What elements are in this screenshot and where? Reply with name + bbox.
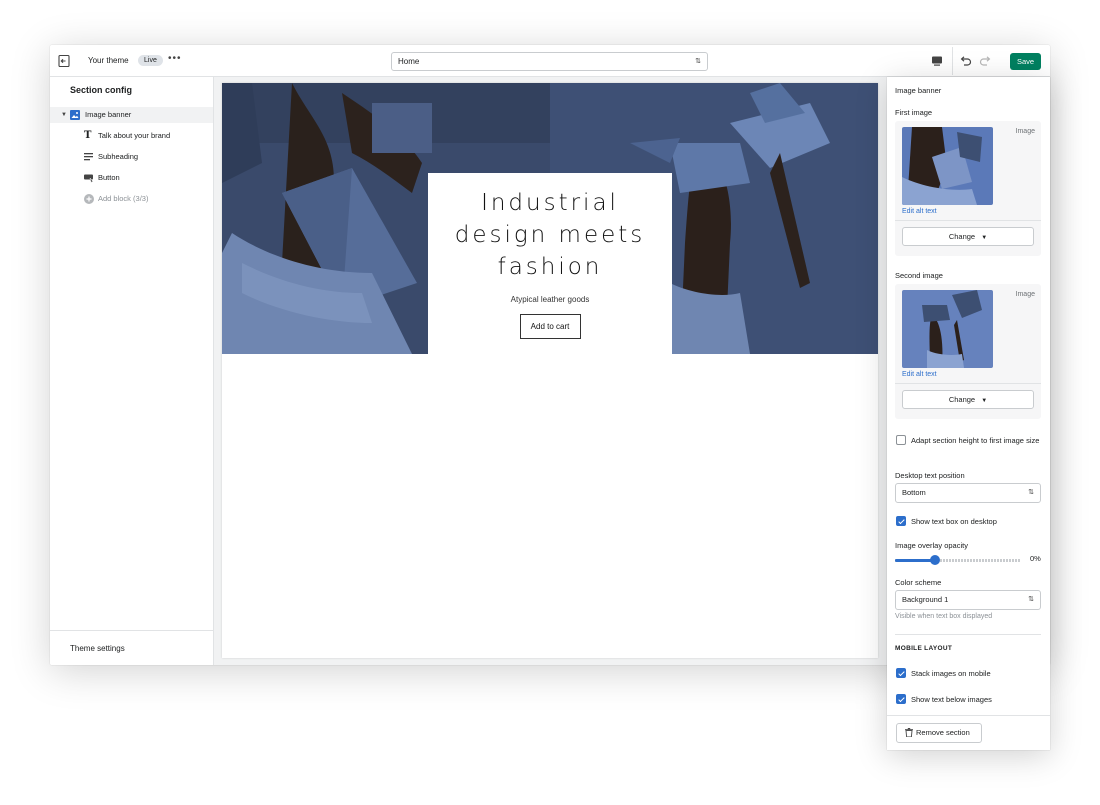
top-bar: Your theme Live ••• Home ⇅ Save	[50, 45, 1050, 77]
second-image-label: Second image	[895, 271, 943, 280]
sidebar-item-image-banner[interactable]: ▼ Image banner	[50, 107, 213, 123]
sidebar-item-label: Image banner	[85, 110, 132, 119]
select-arrows-icon: ⇅	[1028, 596, 1034, 603]
change-second-image-button[interactable]: Change ▼	[902, 390, 1034, 409]
undo-icon[interactable]	[958, 53, 973, 68]
storefront-preview: Industrial design meets fashion Atypical…	[222, 83, 878, 658]
add-to-cart-button[interactable]: Add to cart	[519, 314, 581, 339]
theme-name: Your theme	[88, 56, 129, 65]
text-position-select[interactable]: Bottom ⇅	[895, 483, 1041, 503]
panel-footer: Remove section	[887, 715, 1050, 750]
first-image-picker: Image Edit alt text Change ▼	[895, 121, 1041, 256]
desktop-preview-icon[interactable]	[930, 54, 944, 68]
text-below-images-checkbox[interactable]	[896, 694, 906, 704]
text-icon: T	[84, 130, 92, 141]
theme-settings-link[interactable]: Theme settings	[50, 630, 213, 665]
opacity-slider-fill	[895, 559, 936, 562]
second-image-thumbnail[interactable]	[902, 290, 993, 368]
button-icon	[84, 174, 94, 183]
trash-icon	[905, 728, 913, 737]
text-position-value: Bottom	[902, 488, 926, 497]
sidebar-item-add-block[interactable]: Add block (3/3)	[50, 191, 213, 207]
align-left-icon	[84, 153, 93, 161]
color-scheme-hint: Visible when text box displayed	[895, 613, 993, 620]
show-text-box-checkbox[interactable]	[896, 516, 906, 526]
stack-images-checkbox[interactable]	[896, 668, 906, 678]
toolbar-divider	[952, 47, 953, 75]
text-below-images-label: Show text below images	[911, 695, 992, 704]
sidebar-item-talk-about-brand[interactable]: T Talk about your brand	[50, 128, 213, 144]
page-selector-value: Home	[398, 57, 420, 66]
change-button-label: Change	[948, 232, 976, 241]
sidebar-item-button[interactable]: Button	[50, 170, 213, 186]
banner-text-box[interactable]: Industrial design meets fashion Atypical…	[428, 173, 672, 354]
more-actions-icon[interactable]: •••	[168, 53, 182, 64]
sidebar-title: Section config	[70, 85, 133, 95]
banner-subheading: Atypical leather goods	[510, 295, 590, 304]
section-sidebar: Section config ▼ Image banner T Talk abo…	[50, 77, 214, 665]
second-image-picker: Image Edit alt text Change ▼	[895, 284, 1041, 419]
save-button[interactable]: Save	[1010, 53, 1041, 70]
redo-icon[interactable]	[978, 53, 993, 68]
adapt-height-checkbox[interactable]	[896, 435, 906, 445]
show-text-box-label: Show text box on desktop	[911, 517, 997, 526]
sidebar-item-label: Subheading	[98, 152, 139, 161]
section-settings-panel: Image banner First image Image Edit alt …	[887, 77, 1050, 750]
select-arrows-icon: ⇅	[695, 58, 701, 65]
first-image-thumbnail[interactable]	[902, 127, 993, 205]
sidebar-item-label: Add block (3/3)	[98, 194, 149, 203]
edit-alt-text-link[interactable]: Edit alt text	[902, 371, 937, 378]
text-position-label: Desktop text position	[895, 471, 965, 480]
color-scheme-select[interactable]: Background 1 ⇅	[895, 590, 1041, 610]
add-circle-icon	[84, 194, 94, 204]
image-type-tag: Image	[1015, 128, 1035, 135]
caret-down-icon: ▼	[981, 235, 988, 241]
mobile-layout-heading: MOBILE LAYOUT	[895, 645, 953, 652]
first-image-label: First image	[895, 108, 933, 117]
caret-down-icon: ▼	[981, 398, 988, 404]
panel-title: Image banner	[895, 86, 942, 95]
image-banner[interactable]: Industrial design meets fashion Atypical…	[222, 83, 878, 354]
sidebar-item-label: Button	[98, 173, 120, 182]
remove-section-label: Remove section	[916, 728, 970, 737]
sidebar-item-subheading[interactable]: Subheading	[50, 149, 213, 165]
overlay-opacity-value: 0%	[1030, 554, 1041, 563]
image-icon	[70, 110, 80, 120]
section-divider	[895, 634, 1041, 635]
exit-icon[interactable]	[56, 53, 72, 69]
overlay-opacity-label: Image overlay opacity	[895, 541, 968, 550]
color-scheme-label: Color scheme	[895, 578, 942, 587]
select-arrows-icon: ⇅	[1028, 489, 1034, 496]
sidebar-item-label: Talk about your brand	[98, 131, 171, 140]
status-badge: Live	[138, 55, 163, 66]
opacity-slider-thumb[interactable]	[930, 555, 941, 565]
card-divider	[895, 383, 1041, 384]
page-selector[interactable]: Home ⇅	[391, 52, 708, 71]
remove-section-button[interactable]: Remove section	[896, 723, 982, 743]
color-scheme-value: Background 1	[902, 595, 949, 604]
change-first-image-button[interactable]: Change ▼	[902, 227, 1034, 246]
image-type-tag: Image	[1015, 291, 1035, 298]
stack-images-label: Stack images on mobile	[911, 669, 991, 678]
edit-alt-text-link[interactable]: Edit alt text	[902, 208, 937, 215]
caret-down-icon[interactable]: ▼	[61, 107, 67, 123]
change-button-label: Change	[948, 395, 976, 404]
banner-heading: Industrial design meets fashion	[454, 190, 646, 280]
adapt-height-label: Adapt section height to first image size	[911, 436, 1040, 445]
card-divider	[895, 220, 1041, 221]
